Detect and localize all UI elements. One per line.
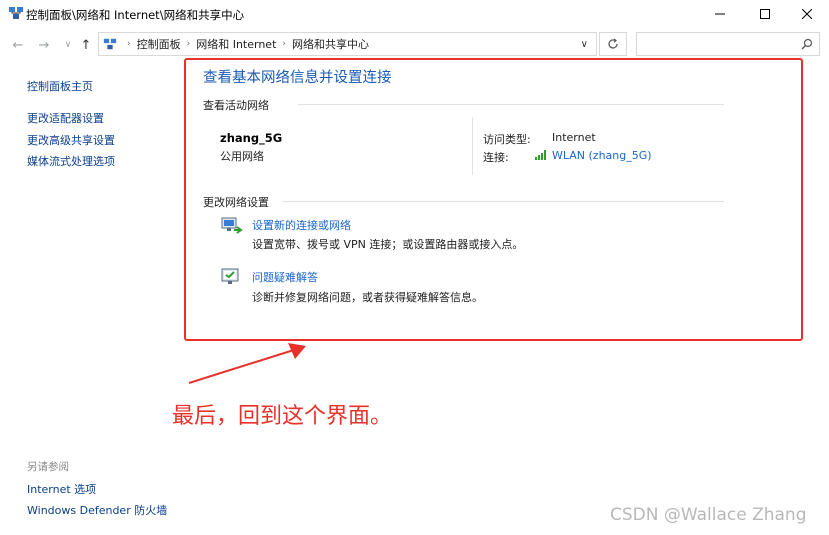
windows-defender-firewall-link[interactable]: Windows Defender 防火墙 bbox=[27, 502, 167, 518]
maximize-button[interactable] bbox=[747, 0, 783, 28]
forward-button[interactable]: → bbox=[36, 37, 52, 53]
close-button[interactable] bbox=[789, 0, 825, 28]
maximize-icon bbox=[760, 9, 770, 19]
breadcrumb-item[interactable]: 网络和共享中心 bbox=[292, 36, 369, 52]
annotation-text: 最后，回到这个界面。 bbox=[172, 404, 393, 429]
watermark: CSDN @Wallace Zhang bbox=[610, 505, 807, 525]
arrow-up-icon: ↑ bbox=[80, 37, 92, 53]
minimize-icon bbox=[715, 13, 725, 15]
see-also-heading: 另请参阅 bbox=[27, 461, 69, 473]
breadcrumb-separator: › bbox=[282, 39, 287, 49]
back-button[interactable]: ← bbox=[10, 37, 26, 53]
change-adapter-settings-link[interactable]: 更改适配器设置 bbox=[27, 110, 104, 126]
minimize-button[interactable] bbox=[702, 0, 738, 28]
up-button[interactable]: ↑ bbox=[78, 37, 94, 53]
window-title: 控制面板\网络和 Internet\网络和共享中心 bbox=[26, 8, 245, 22]
search-input[interactable] bbox=[636, 32, 820, 56]
recent-locations-button[interactable]: ∨ bbox=[60, 37, 76, 53]
breadcrumb-item[interactable]: 控制面板 bbox=[137, 36, 181, 52]
refresh-button[interactable] bbox=[599, 32, 627, 56]
arrow-left-icon: ← bbox=[12, 37, 24, 53]
network-center-icon bbox=[8, 5, 24, 21]
advanced-sharing-settings-link[interactable]: 更改高级共享设置 bbox=[27, 132, 115, 148]
refresh-icon bbox=[608, 38, 618, 49]
internet-options-link[interactable]: Internet 选项 bbox=[27, 481, 96, 497]
address-bar[interactable]: › 控制面板 › 网络和 Internet › 网络和共享中心 ∨ bbox=[98, 32, 597, 56]
control-panel-icon bbox=[103, 37, 117, 51]
breadcrumb-separator: › bbox=[186, 39, 191, 49]
chevron-down-icon: ∨ bbox=[64, 40, 72, 50]
highlight-box bbox=[184, 58, 803, 341]
media-streaming-options-link[interactable]: 媒体流式处理选项 bbox=[27, 153, 115, 169]
breadcrumb-separator: › bbox=[127, 39, 131, 49]
annotation-arrow bbox=[188, 343, 306, 384]
search-icon bbox=[801, 38, 813, 50]
chevron-down-icon[interactable]: ∨ bbox=[581, 39, 588, 50]
control-panel-home-link[interactable]: 控制面板主页 bbox=[27, 78, 93, 94]
breadcrumb-item[interactable]: 网络和 Internet bbox=[196, 36, 276, 52]
arrow-right-icon: → bbox=[38, 37, 50, 53]
close-icon bbox=[802, 9, 812, 19]
